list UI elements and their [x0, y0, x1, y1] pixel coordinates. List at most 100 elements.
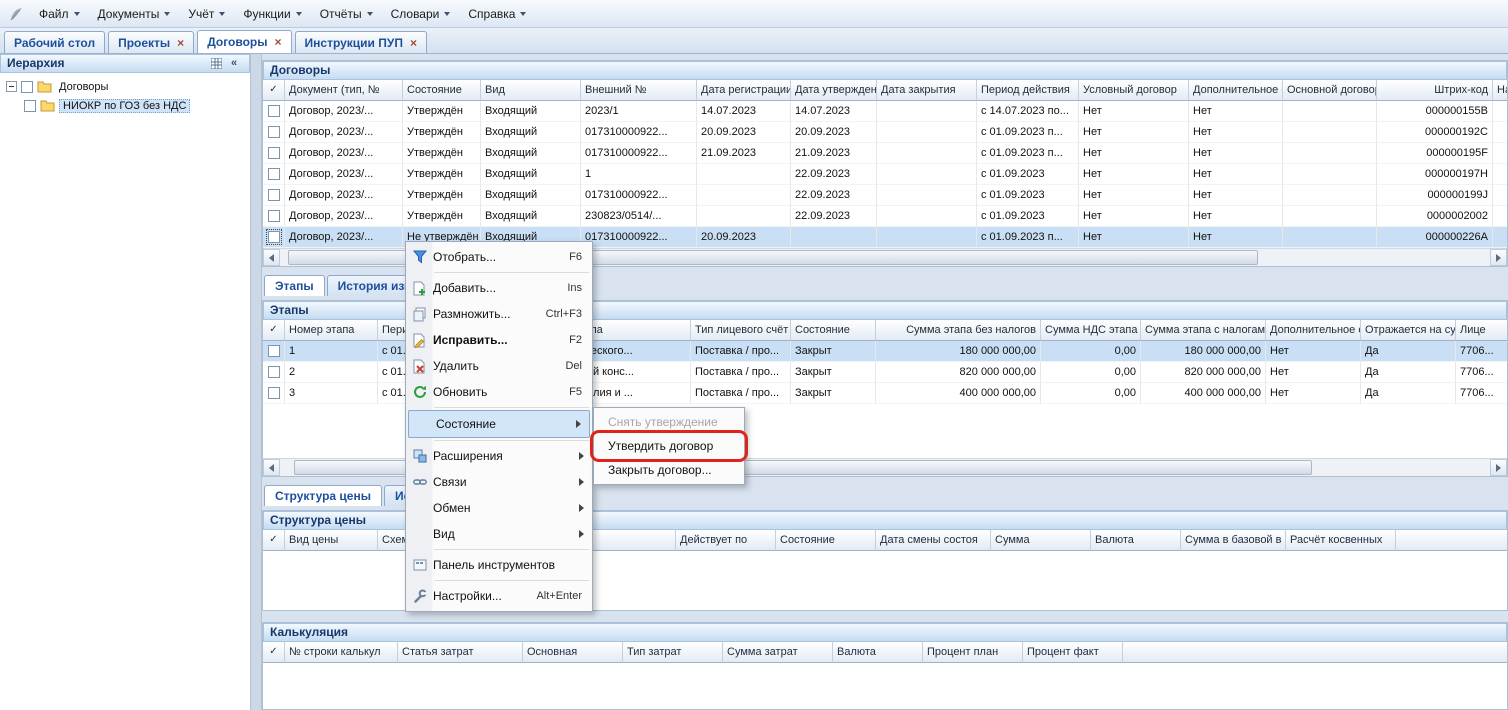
tab-stages[interactable]: Этапы	[264, 275, 325, 296]
column-header[interactable]: Дополнительное с	[1189, 80, 1283, 101]
column-header[interactable]: Тип затрат	[623, 642, 723, 663]
menu-accounting[interactable]: Учёт	[179, 2, 234, 26]
menu-help[interactable]: Справка	[459, 2, 535, 26]
close-icon[interactable]: ×	[410, 37, 417, 49]
table-row[interactable]: Договор, 2023/...УтверждёнВходящий017310…	[263, 143, 1507, 164]
scroll-left-button[interactable]	[263, 249, 280, 266]
menu-item-links[interactable]: Связи	[406, 469, 592, 495]
column-header[interactable]: Нало	[1493, 80, 1507, 101]
menu-reports[interactable]: Отчёты	[311, 2, 382, 26]
column-header[interactable]: Дата смены состоя	[876, 530, 991, 551]
menu-item-refresh[interactable]: Обновить F5	[406, 379, 592, 405]
column-header[interactable]: Состояние	[791, 320, 876, 341]
menu-item-duplicate[interactable]: Размножить... Ctrl+F3	[406, 301, 592, 327]
menu-item-toolbar[interactable]: Панель инструментов	[406, 552, 592, 578]
scroll-right-button[interactable]	[1490, 249, 1507, 266]
select-all-column-header[interactable]: ✓	[263, 530, 285, 551]
submenu-item-unapprove[interactable]: Снять утверждение	[594, 410, 744, 434]
table-row[interactable]: Договор, 2023/...УтверждёнВходящий017310…	[263, 122, 1507, 143]
column-header[interactable]: Документ (тип, №	[285, 80, 403, 101]
column-header[interactable]: Основная	[523, 642, 623, 663]
row-checkbox[interactable]	[268, 105, 280, 117]
menu-item-edit[interactable]: Исправить... F2	[406, 327, 592, 353]
row-checkbox[interactable]	[268, 147, 280, 159]
menu-item-exchange[interactable]: Обмен	[406, 495, 592, 521]
row-checkbox[interactable]	[268, 126, 280, 138]
scroll-right-button[interactable]	[1490, 459, 1507, 476]
column-header[interactable]: Дополнительное с	[1266, 320, 1361, 341]
column-header[interactable]: Расчёт косвенных	[1286, 530, 1396, 551]
column-header[interactable]: Номер этапа	[285, 320, 378, 341]
column-header[interactable]: Тип лицевого счёт	[691, 320, 791, 341]
tab-desktop[interactable]: Рабочий стол	[4, 31, 105, 53]
row-checkbox[interactable]	[268, 210, 280, 222]
tab-projects[interactable]: Проекты×	[108, 31, 194, 53]
menu-item-extensions[interactable]: Расширения	[406, 443, 592, 469]
column-header[interactable]: Процент факт	[1023, 642, 1123, 663]
table-row[interactable]: Договор, 2023/...УтверждёнВходящий017310…	[263, 185, 1507, 206]
scroll-left-button[interactable]	[263, 459, 280, 476]
column-header[interactable]: Действует по	[676, 530, 776, 551]
menu-documents[interactable]: Документы	[89, 2, 180, 26]
menu-item-state[interactable]: Состояние	[408, 410, 590, 438]
column-header[interactable]: Сумма	[991, 530, 1091, 551]
column-header[interactable]: Сумма НДС этапа	[1041, 320, 1141, 341]
table-row[interactable]: Договор, 2023/...УтверждёнВходящий230823…	[263, 206, 1507, 227]
menu-item-settings[interactable]: Настройки... Alt+Enter	[406, 583, 592, 609]
grid-view-icon[interactable]	[207, 56, 225, 71]
column-header[interactable]: Дата регистрации	[697, 80, 791, 101]
column-header[interactable]: Сумма этапа с налогами	[1141, 320, 1266, 341]
row-checkbox[interactable]	[268, 231, 280, 243]
column-header[interactable]: Внешний №	[581, 80, 697, 101]
tree-checkbox[interactable]	[21, 81, 33, 93]
column-header[interactable]: Период действия	[977, 80, 1079, 101]
column-header[interactable]: Лице	[1456, 320, 1507, 341]
column-header[interactable]: Дата закрытия	[877, 80, 977, 101]
menu-item-view[interactable]: Вид	[406, 521, 592, 547]
collapse-node-icon[interactable]	[6, 81, 17, 92]
select-all-column-header[interactable]: ✓	[263, 642, 285, 663]
select-all-column-header[interactable]: ✓	[263, 80, 285, 101]
column-header[interactable]: Условный договор	[1079, 80, 1189, 101]
menu-item-add[interactable]: Добавить... Ins	[406, 275, 592, 301]
tab-price-structure[interactable]: Структура цены	[264, 485, 382, 506]
table-row[interactable]: Договор, 2023/...УтверждёнВходящий2023/1…	[263, 101, 1507, 122]
tree-item-niokr[interactable]: НИОКР по ГОЗ без НДС	[0, 96, 250, 115]
menu-dictionaries[interactable]: Словари	[382, 2, 460, 26]
row-checkbox[interactable]	[268, 189, 280, 201]
select-all-column-header[interactable]: ✓	[263, 320, 285, 341]
tab-instructions[interactable]: Инструкции ПУП×	[295, 31, 427, 53]
row-checkbox[interactable]	[268, 345, 280, 357]
column-header[interactable]: Основной договор	[1283, 80, 1377, 101]
row-checkbox[interactable]	[268, 366, 280, 378]
column-header[interactable]: Дата утверждения	[791, 80, 877, 101]
collapse-panel-icon[interactable]: «	[225, 56, 243, 71]
column-header[interactable]: Валюта	[1091, 530, 1181, 551]
column-header[interactable]: Процент план	[923, 642, 1023, 663]
tree-item-contracts[interactable]: Договоры	[0, 77, 250, 96]
menu-functions[interactable]: Функции	[234, 2, 310, 26]
tab-contracts[interactable]: Договоры×	[197, 30, 291, 53]
table-row[interactable]: Договор, 2023/...УтверждёнВходящий122.09…	[263, 164, 1507, 185]
panel-splitter[interactable]	[251, 54, 262, 710]
column-header[interactable]: Сумма затрат	[723, 642, 833, 663]
menu-item-filter[interactable]: Отобрать... F6	[406, 244, 592, 270]
tree-checkbox[interactable]	[24, 100, 36, 112]
column-header[interactable]: Состояние	[403, 80, 481, 101]
row-checkbox[interactable]	[268, 168, 280, 180]
close-icon[interactable]: ×	[177, 37, 184, 49]
column-header[interactable]: Отражается на су	[1361, 320, 1456, 341]
submenu-item-close-contract[interactable]: Закрыть договор...	[594, 458, 744, 482]
close-icon[interactable]: ×	[275, 36, 282, 48]
menu-file[interactable]: Файл	[30, 2, 89, 26]
column-header[interactable]: № строки калькул	[285, 642, 398, 663]
column-header[interactable]: Статья затрат	[398, 642, 523, 663]
column-header[interactable]: Сумма в базовой в	[1181, 530, 1286, 551]
column-header[interactable]: Сумма этапа без налогов	[876, 320, 1041, 341]
menu-item-delete[interactable]: Удалить Del	[406, 353, 592, 379]
column-header[interactable]: Вид	[481, 80, 581, 101]
column-header[interactable]: Состояние	[776, 530, 876, 551]
row-checkbox[interactable]	[268, 387, 280, 399]
submenu-item-approve-contract[interactable]: Утвердить договор	[594, 434, 744, 458]
column-header[interactable]: Валюта	[833, 642, 923, 663]
